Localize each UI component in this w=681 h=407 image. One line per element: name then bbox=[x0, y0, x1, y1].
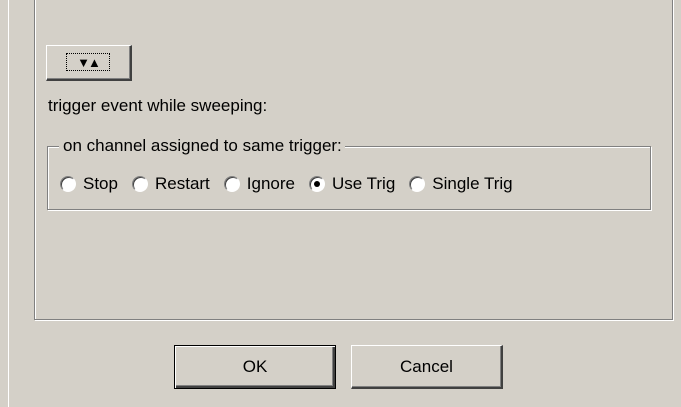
ok-button[interactable]: OK bbox=[174, 345, 336, 389]
radio-ignore[interactable]: Ignore bbox=[223, 174, 295, 194]
radio-circle-use-trig[interactable] bbox=[308, 176, 325, 192]
trigger-event-label: trigger event while sweeping: bbox=[48, 96, 268, 115]
radio-circle-stop[interactable] bbox=[60, 176, 76, 192]
expand-collapse-button[interactable]: ▼▲ bbox=[46, 45, 132, 81]
cancel-button[interactable]: Cancel bbox=[351, 345, 503, 389]
radio-label-ignore: Ignore bbox=[246, 174, 295, 193]
dialog: ▼▲ trigger event while sweeping: on chan… bbox=[0, 0, 681, 407]
radio-single-trig[interactable]: Single Trig bbox=[409, 174, 513, 194]
radio-label-restart: Restart bbox=[154, 174, 210, 193]
down-up-triangles-icon: ▼▲ bbox=[66, 53, 110, 71]
radio-use-trig[interactable]: Use Trig bbox=[308, 174, 396, 194]
radio-circle-restart[interactable] bbox=[131, 176, 148, 192]
radio-restart[interactable]: Restart bbox=[131, 174, 210, 194]
radio-row: Stop Restart Ignore Use Trig Single Trig bbox=[60, 174, 513, 194]
group-legend: on channel assigned to same trigger: bbox=[59, 135, 345, 157]
radio-circle-single-trig[interactable] bbox=[409, 176, 426, 192]
radio-circle-ignore[interactable] bbox=[223, 176, 240, 192]
radio-stop[interactable]: Stop bbox=[60, 174, 118, 194]
window-edge-inner bbox=[9, 0, 10, 407]
radio-label-single-trig: Single Trig bbox=[432, 174, 513, 193]
radio-label-use-trig: Use Trig bbox=[331, 174, 396, 193]
radio-label-stop: Stop bbox=[83, 174, 118, 193]
trigger-group: on channel assigned to same trigger: Sto… bbox=[47, 135, 651, 210]
